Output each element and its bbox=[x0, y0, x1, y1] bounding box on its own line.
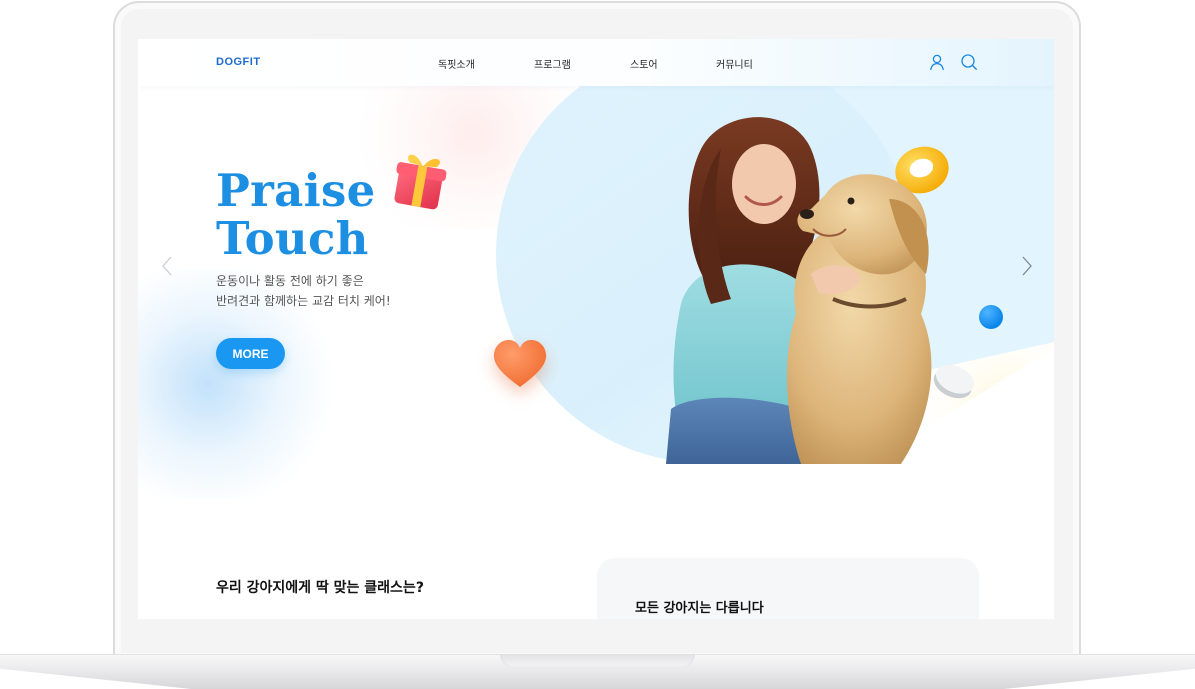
logo[interactable]: DOGFIT bbox=[216, 56, 261, 68]
info-card: 모든 강아지는 다릅니다 bbox=[597, 558, 979, 619]
website-screen: DOGFIT 독핏소개 프로그램 스토어 커뮤니티 Praise Touch 운… bbox=[138, 39, 1054, 619]
hero-subtitle-line: 운동이나 활동 전에 하기 좋은 bbox=[216, 274, 364, 288]
nav-item-program[interactable]: 프로그램 bbox=[534, 56, 571, 71]
woman-with-dog-image bbox=[666, 117, 932, 464]
more-button[interactable]: MORE bbox=[216, 338, 285, 369]
search-icon[interactable] bbox=[960, 53, 978, 71]
card-title: 모든 강아지는 다릅니다 bbox=[635, 601, 764, 616]
laptop-notch bbox=[500, 654, 695, 668]
chevron-left-icon[interactable] bbox=[160, 255, 174, 277]
hero-title-line: Touch bbox=[216, 212, 369, 265]
nav-item-about[interactable]: 독핏소개 bbox=[438, 56, 475, 71]
blue-ball bbox=[979, 305, 1003, 329]
site-header: DOGFIT 독핏소개 프로그램 스토어 커뮤니티 bbox=[138, 39, 1054, 86]
hero-subtitle: 운동이나 활동 전에 하기 좋은 반려견과 함께하는 교감 터치 케어! bbox=[216, 271, 446, 311]
user-icon[interactable] bbox=[928, 53, 946, 71]
class-section-title: 우리 강아지에게 딱 맞는 클래스는? bbox=[216, 580, 424, 596]
gift-icon bbox=[394, 154, 447, 210]
nav-item-store[interactable]: 스토어 bbox=[630, 56, 658, 71]
hero-title-line: Praise bbox=[216, 164, 376, 217]
nav-item-community[interactable]: 커뮤니티 bbox=[716, 56, 753, 71]
heart-icon bbox=[493, 340, 547, 387]
hero-title: Praise Touch bbox=[216, 167, 376, 263]
chevron-right-icon[interactable] bbox=[1020, 255, 1034, 277]
hero-subtitle-line: 반려견과 함께하는 교감 터치 케어! bbox=[216, 294, 391, 308]
